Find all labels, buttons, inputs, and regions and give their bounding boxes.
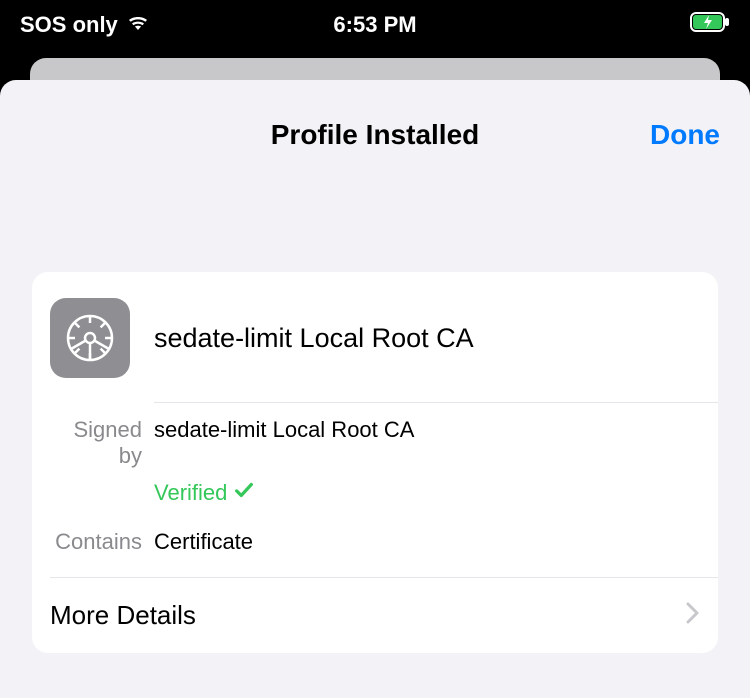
status-bar: SOS only 6:53 PM xyxy=(0,0,750,50)
status-right xyxy=(690,12,730,38)
check-icon xyxy=(233,479,255,507)
status-time: 6:53 PM xyxy=(333,12,416,38)
profile-name: sedate-limit Local Root CA xyxy=(154,323,474,354)
chevron-right-icon xyxy=(686,602,700,629)
modal-sheet: Profile Installed Done xyxy=(0,80,750,698)
contains-label: Contains xyxy=(50,529,154,555)
status-left: SOS only xyxy=(20,12,150,38)
wifi-icon xyxy=(126,12,150,38)
signed-by-label: Signed by xyxy=(50,417,154,469)
sheet-header: Profile Installed Done xyxy=(0,80,750,190)
more-details-button[interactable]: More Details xyxy=(32,578,718,653)
contains-value: Certificate xyxy=(154,529,253,555)
network-status: SOS only xyxy=(20,12,118,38)
verified-status: Verified xyxy=(154,479,255,507)
more-details-label: More Details xyxy=(50,600,196,631)
verified-label: Verified xyxy=(154,480,227,506)
signed-by-row: Signed by sedate-limit Local Root CA xyxy=(32,403,718,477)
done-button[interactable]: Done xyxy=(650,119,720,151)
profile-card: sedate-limit Local Root CA Signed by sed… xyxy=(32,272,718,653)
profile-header-row: sedate-limit Local Root CA xyxy=(32,272,718,402)
gear-icon xyxy=(50,298,130,378)
verified-row: Verified xyxy=(32,477,718,519)
contains-row: Contains Certificate xyxy=(32,519,718,577)
battery-charging-icon xyxy=(690,12,730,38)
page-title: Profile Installed xyxy=(271,119,480,151)
signed-by-value: sedate-limit Local Root CA xyxy=(154,417,414,469)
